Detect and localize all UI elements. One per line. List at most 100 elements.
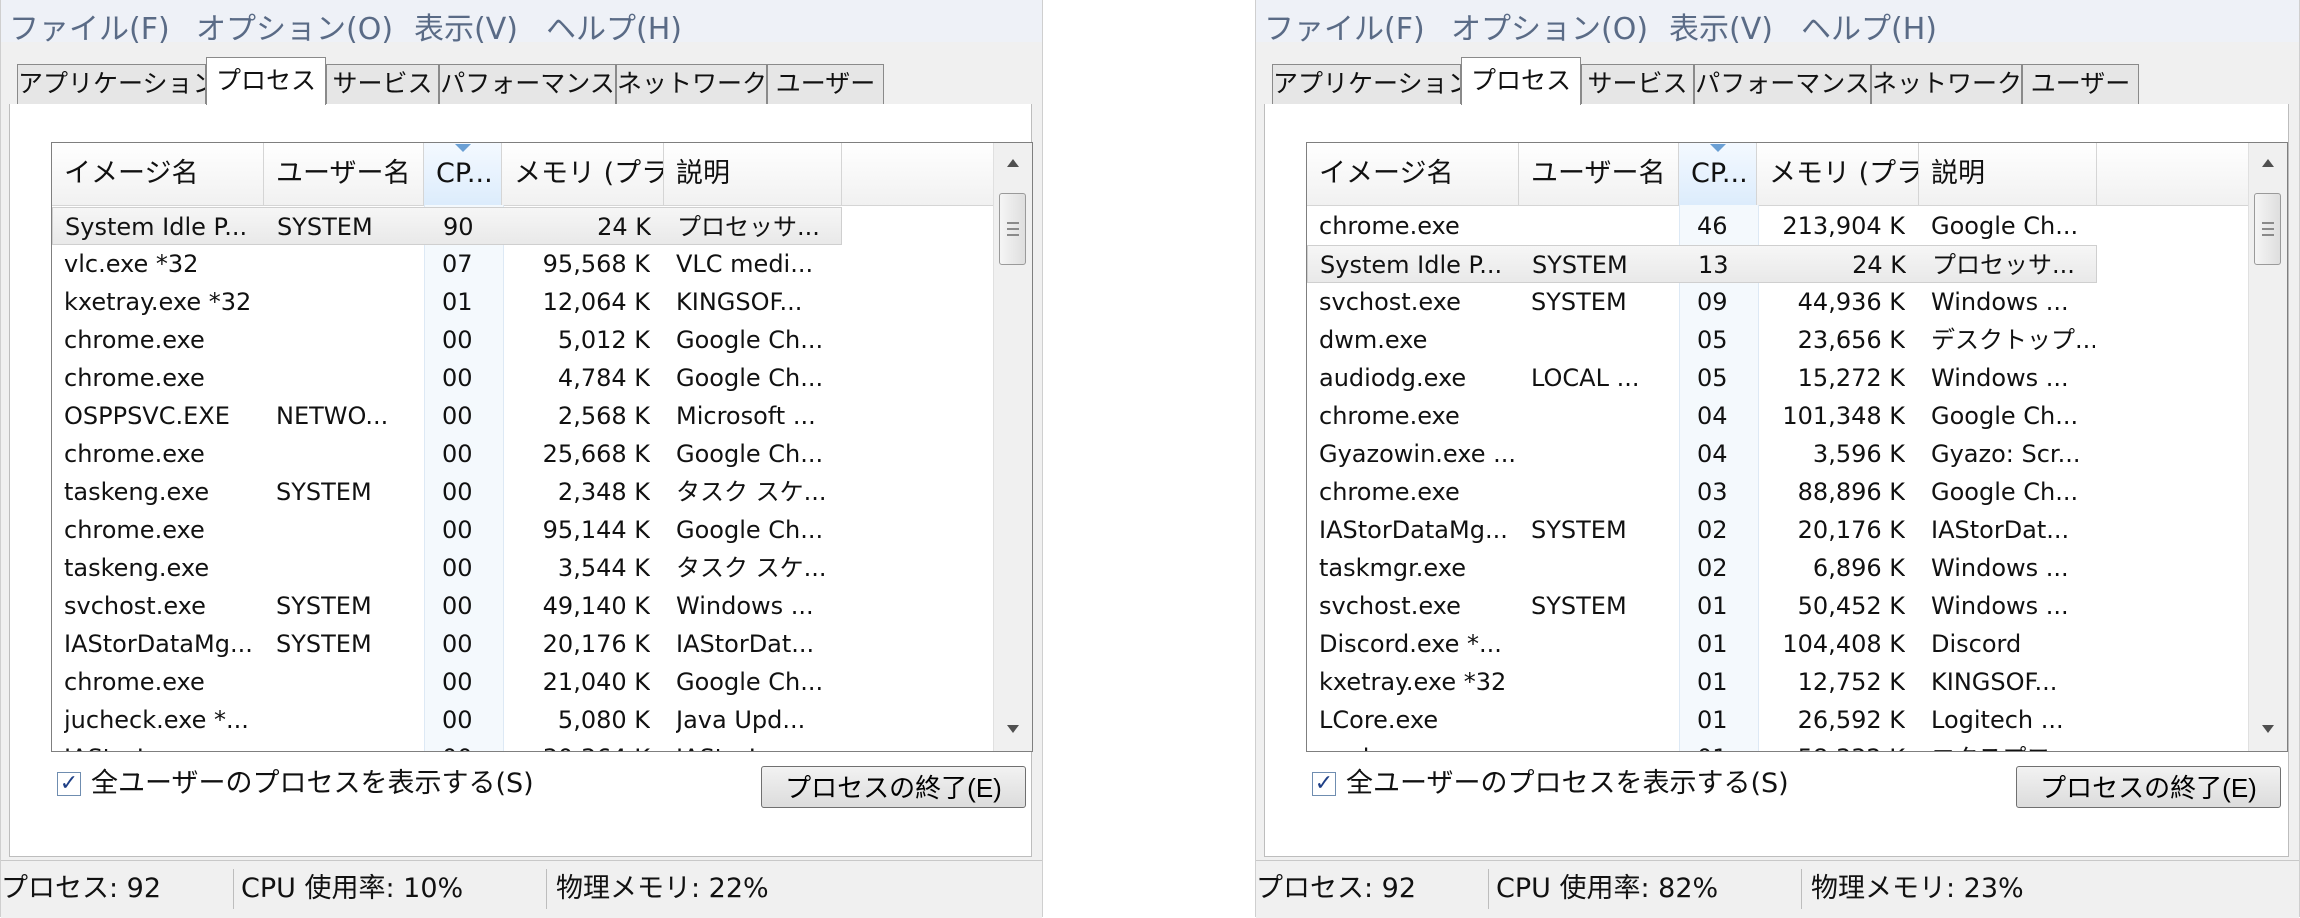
list-header: イメージ名 ユーザー名 CP... メモリ (プラ... 説明	[1307, 143, 2249, 206]
cell-cpu: 00	[442, 739, 482, 751]
menu-options[interactable]: オプション(O)	[196, 4, 393, 48]
cell-description: Microsoft ...	[676, 402, 816, 430]
process-row[interactable]: kxetray.exe *32 01 12,064 K KINGSOF...	[52, 283, 842, 321]
status-cpu-usage: CPU 使用率: 10%	[241, 873, 464, 904]
process-row[interactable]: chrome.exe 00 5,012 K Google Ch...	[52, 321, 842, 359]
column-description[interactable]: 説明	[1919, 143, 2097, 205]
cell-description: KINGSOF...	[1931, 668, 2058, 696]
process-row[interactable]: dwm.exe 05 23,656 K デスクトップ...	[1307, 321, 2097, 359]
scroll-thumb[interactable]	[999, 193, 1026, 265]
tab-processes[interactable]: プロセス	[206, 57, 326, 105]
scroll-thumb[interactable]	[2254, 193, 2281, 265]
column-description[interactable]: 説明	[664, 143, 842, 205]
tab-services[interactable]: サービス	[326, 64, 439, 104]
menu-options[interactable]: オプション(O)	[1451, 4, 1648, 48]
scroll-down-button[interactable]	[994, 715, 1032, 745]
end-process-button[interactable]: プロセスの終了(E)	[761, 766, 1026, 808]
process-row[interactable]: chrome.exe 00 21,040 K Google Ch...	[52, 663, 842, 701]
show-all-users-label: 全ユーザーのプロセスを表示する(S)	[91, 768, 534, 799]
process-row[interactable]: chrome.exe 46 213,904 K Google Ch...	[1307, 207, 2097, 245]
menu-view[interactable]: 表示(V)	[1669, 4, 1773, 48]
tab-network[interactable]: ネットワーク	[616, 64, 767, 104]
process-row[interactable]: IAStorDataMg... SYSTEM 00 20,176 K IAStorDat…	[52, 625, 842, 663]
vertical-scrollbar[interactable]	[993, 143, 1032, 751]
tab-services[interactable]: サービス	[1581, 64, 1694, 104]
cell-user-name	[276, 663, 422, 701]
cell-cpu: 00	[442, 554, 473, 582]
tab-network[interactable]: ネットワーク	[1871, 64, 2022, 104]
cell-cpu: 13	[1698, 251, 1729, 279]
scroll-up-button[interactable]	[2249, 149, 2287, 179]
cell-cpu: 04	[1697, 440, 1728, 468]
process-row[interactable]: audiodg.exe LOCAL ... 05 15,272 K Windows ..…	[1307, 359, 2097, 397]
tab-processes[interactable]: プロセス	[1461, 57, 1581, 105]
cell-cpu: 05	[1697, 326, 1728, 354]
process-row[interactable]: vlc.exe *32 07 95,568 K VLC medi...	[52, 245, 842, 283]
process-row[interactable]: taskeng.exe 00 3,544 K タスク スケ...	[52, 549, 842, 587]
cell-description: エクスプロ...	[1931, 739, 2095, 751]
process-row[interactable]: Discord.exe *... 01 104,408 K Discord	[1307, 625, 2097, 663]
tab-users[interactable]: ユーザー	[2022, 64, 2139, 104]
menu-file[interactable]: ファイル(F)	[1264, 4, 1425, 48]
column-cpu[interactable]: CP...	[1679, 143, 1757, 205]
column-user-name[interactable]: ユーザー名	[264, 143, 424, 205]
column-memory[interactable]: メモリ (プラ...	[1757, 143, 1919, 205]
column-image-name[interactable]: イメージ名	[1307, 143, 1519, 205]
task-manager-window-right: ファイル(F) オプション(O) 表示(V) ヘルプ(H) アプリケーション プロセス サー…	[1255, 0, 2300, 918]
column-user-name[interactable]: ユーザー名	[1519, 143, 1679, 205]
tab-applications[interactable]: アプリケーション	[1272, 64, 1461, 104]
vertical-scrollbar[interactable]	[2248, 143, 2287, 751]
process-row[interactable]: System Idle P... SYSTEM 90 24 K プロセッサ...	[52, 207, 842, 245]
cell-description: Google Ch...	[1931, 402, 2079, 430]
cell-image-name: Discord.exe *...	[1319, 630, 1502, 658]
cell-memory: 15,272 K	[1797, 364, 1905, 392]
process-row[interactable]: explorer.exe 01 58,332 K エクスプロ...	[1307, 739, 2097, 751]
menu-file[interactable]: ファイル(F)	[9, 4, 170, 48]
scroll-up-button[interactable]	[994, 149, 1032, 179]
tab-performance[interactable]: パフォーマンス	[439, 64, 616, 104]
process-row[interactable]: chrome.exe 03 88,896 K Google Ch...	[1307, 473, 2097, 511]
process-row[interactable]: chrome.exe 00 25,668 K Google Ch...	[52, 435, 842, 473]
cell-cpu: 01	[1697, 706, 1728, 734]
scroll-down-button[interactable]	[2249, 715, 2287, 745]
status-divider	[546, 869, 547, 909]
process-row[interactable]: svchost.exe SYSTEM 00 49,140 K Windows ...	[52, 587, 842, 625]
process-row[interactable]: taskmgr.exe 02 6,896 K Windows ...	[1307, 549, 2097, 587]
process-list[interactable]: イメージ名 ユーザー名 CP... メモリ (プラ... 説明 System Idle P…	[51, 142, 1033, 752]
process-row[interactable]: svchost.exe SYSTEM 09 44,936 K Windows ...	[1307, 283, 2097, 321]
process-row[interactable]: OSPPSVC.EXE NETWO... 00 2,568 K Microsoft ..…	[52, 397, 842, 435]
menu-help[interactable]: ヘルプ(H)	[1801, 4, 1937, 48]
process-list[interactable]: イメージ名 ユーザー名 CP... メモリ (プラ... 説明 chrome.exe 46 2…	[1306, 142, 2288, 752]
process-row[interactable]: svchost.exe SYSTEM 01 50,452 K Windows ...	[1307, 587, 2097, 625]
menu-view[interactable]: 表示(V)	[414, 4, 518, 48]
process-row[interactable]: IAStorIcon... 00 30,364 K IAStorIco...	[52, 739, 842, 751]
process-row[interactable]: taskeng.exe SYSTEM 00 2,348 K タスク スケ...	[52, 473, 842, 511]
cell-description: Logitech ...	[1931, 706, 2064, 734]
tab-users[interactable]: ユーザー	[767, 64, 884, 104]
process-row[interactable]: chrome.exe 04 101,348 K Google Ch...	[1307, 397, 2097, 435]
show-all-users-checkbox[interactable]: ✓	[57, 772, 81, 796]
column-image-name[interactable]: イメージ名	[52, 143, 264, 205]
column-cpu[interactable]: CP...	[424, 143, 502, 205]
tab-performance[interactable]: パフォーマンス	[1694, 64, 1871, 104]
process-row[interactable]: System Idle P... SYSTEM 13 24 K プロセッサ...	[1307, 245, 2097, 283]
grip-line	[1007, 228, 1019, 230]
status-divider	[233, 869, 234, 909]
process-row[interactable]: LCore.exe 01 26,592 K Logitech ...	[1307, 701, 2097, 739]
process-row[interactable]: chrome.exe 00 95,144 K Google Ch...	[52, 511, 842, 549]
column-label: CP...	[436, 158, 493, 189]
cell-user-name	[1531, 663, 1677, 701]
process-row[interactable]: IAStorDataMg... SYSTEM 02 20,176 K IAStorDat…	[1307, 511, 2097, 549]
cell-user-name	[1531, 435, 1677, 473]
process-row[interactable]: kxetray.exe *32 01 12,752 K KINGSOF...	[1307, 663, 2097, 701]
tab-applications[interactable]: アプリケーション	[17, 64, 206, 104]
end-process-button[interactable]: プロセスの終了(E)	[2016, 766, 2281, 808]
cell-image-name: audiodg.exe	[1319, 364, 1467, 392]
process-row[interactable]: jucheck.exe *... 00 5,080 K Java Upd...	[52, 701, 842, 739]
cell-image-name: IAStorIcon...	[64, 739, 262, 751]
process-row[interactable]: chrome.exe 00 4,784 K Google Ch...	[52, 359, 842, 397]
column-memory[interactable]: メモリ (プラ...	[502, 143, 664, 205]
menu-help[interactable]: ヘルプ(H)	[546, 4, 682, 48]
show-all-users-checkbox[interactable]: ✓	[1312, 772, 1336, 796]
process-row[interactable]: Gyazowin.exe ... 04 3,596 K Gyazo: Scr...	[1307, 435, 2097, 473]
